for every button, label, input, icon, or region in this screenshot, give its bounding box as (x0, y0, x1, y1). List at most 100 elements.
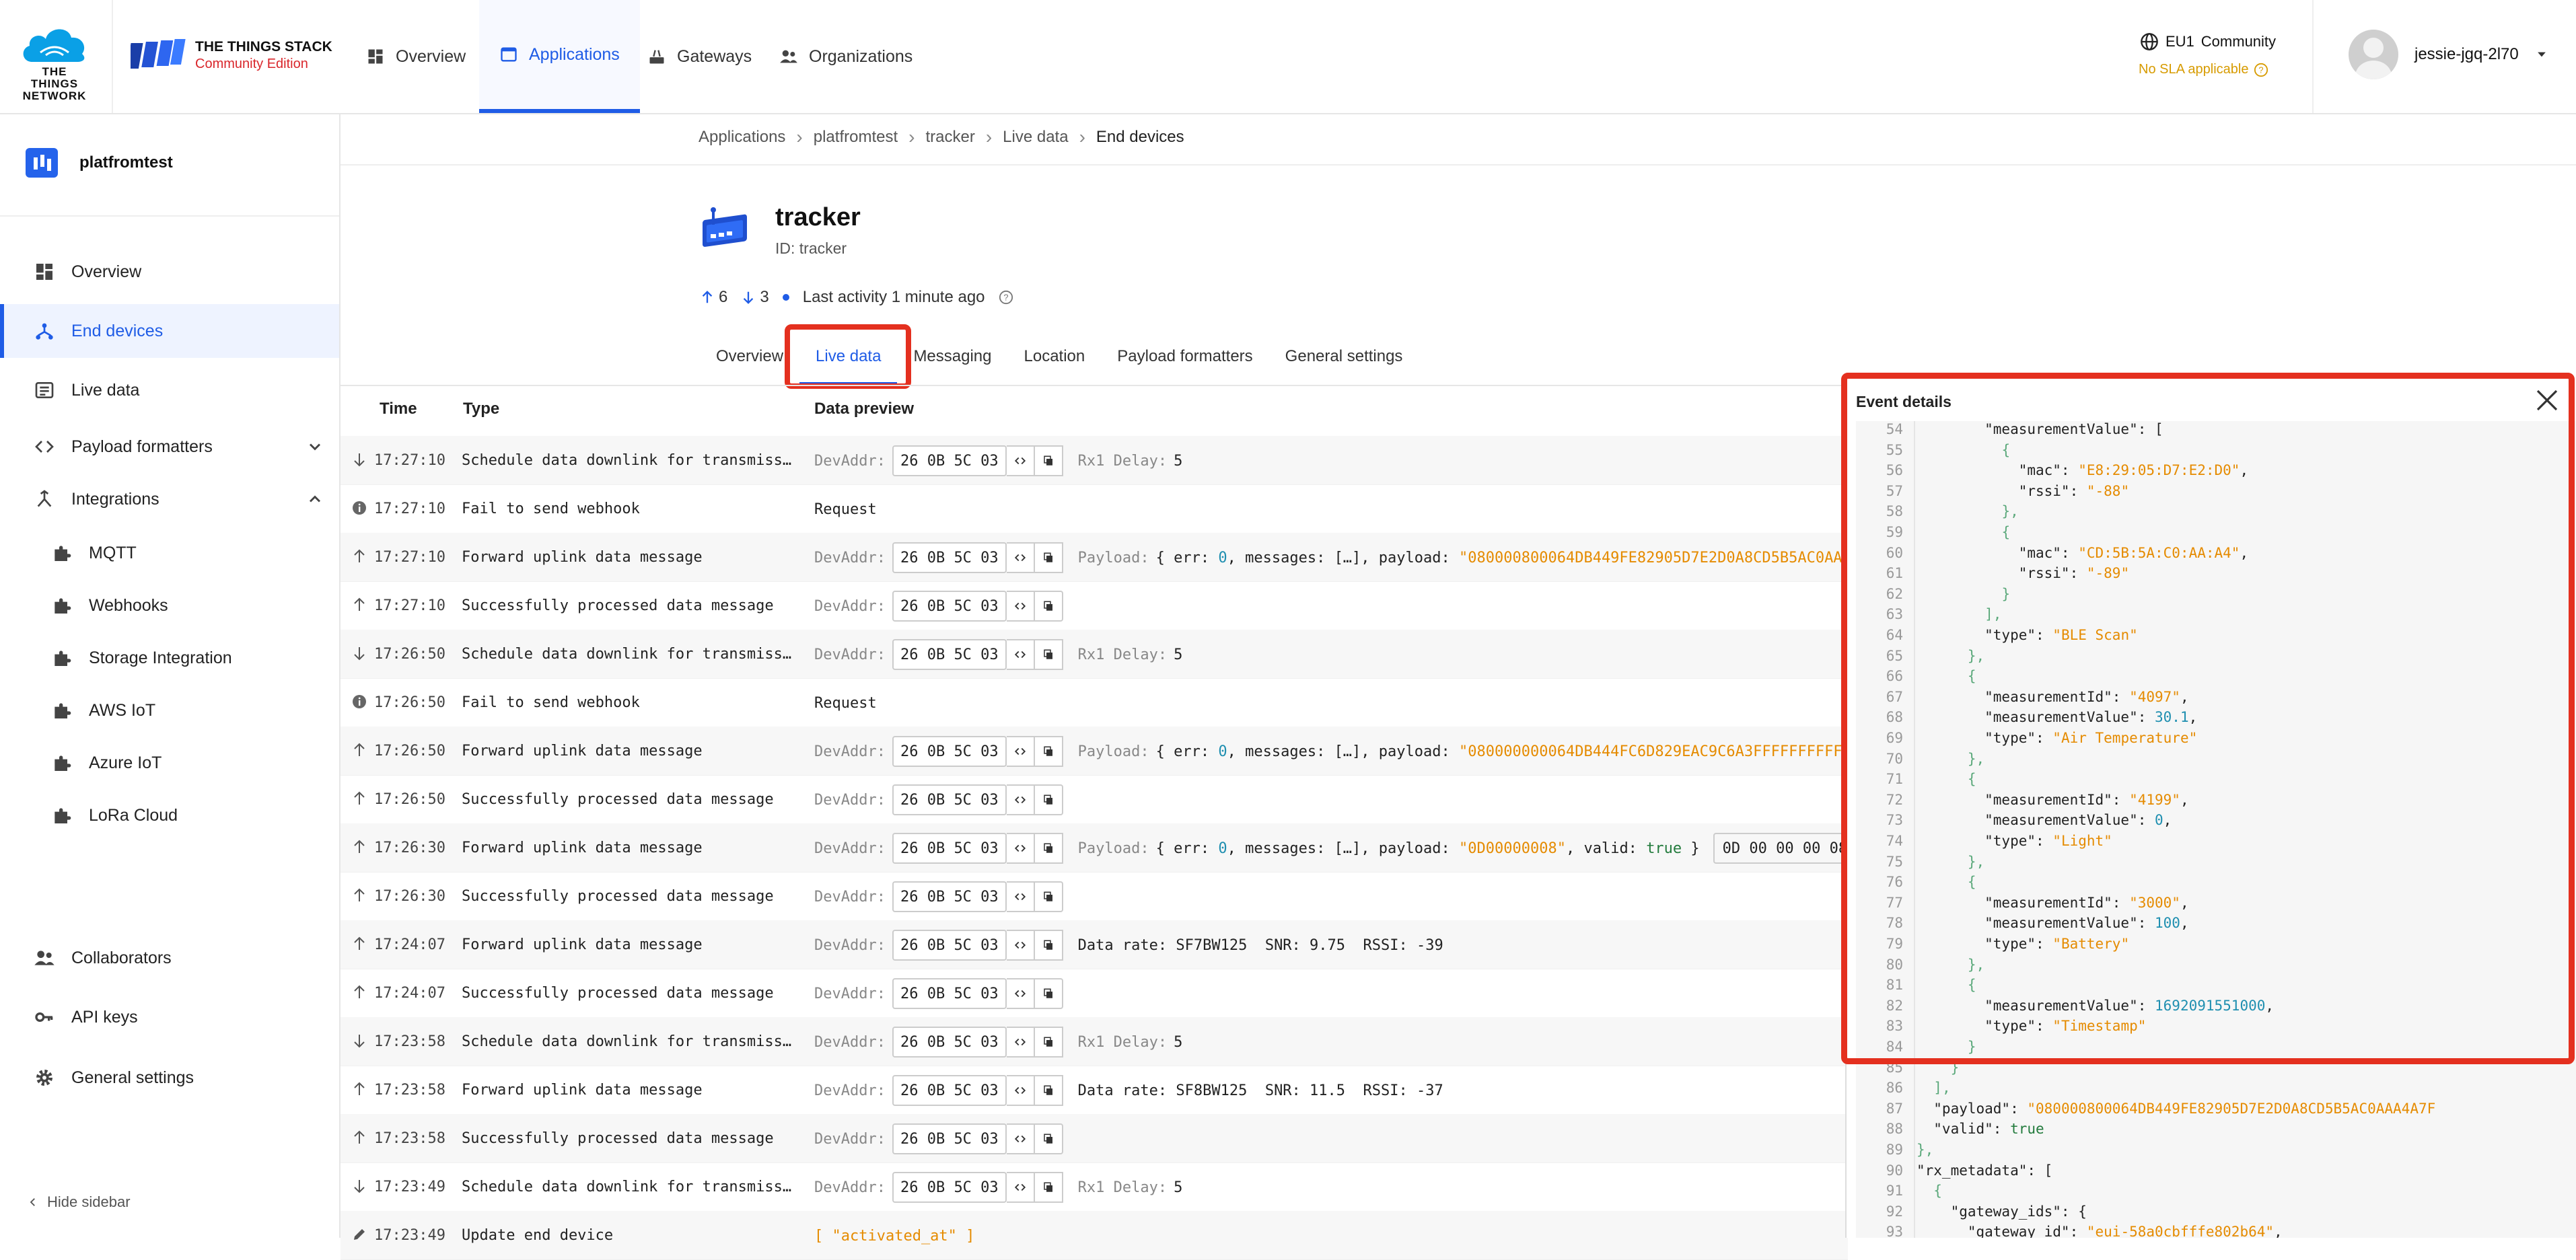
close-icon[interactable] (2533, 386, 2561, 414)
devices-icon (36, 323, 53, 340)
help-icon[interactable]: ? (999, 290, 1013, 305)
sidebar-item-live-data[interactable]: Live data (0, 363, 339, 417)
toggle-format-button[interactable] (1006, 445, 1035, 476)
code-icon (1014, 844, 1026, 852)
code-line: "rx_metadata": [ (1917, 1162, 2053, 1179)
copy-button[interactable] (1034, 542, 1063, 573)
toggle-format-button[interactable] (1006, 591, 1035, 622)
table-row[interactable]: 17:26:50 Forward uplink data message DevAd… (341, 727, 1860, 776)
hide-sidebar-button[interactable]: Hide sidebar (27, 1193, 131, 1211)
copy-button[interactable] (1034, 978, 1063, 1009)
table-row[interactable]: 17:24:07 Successfully processed data mess… (341, 969, 1848, 1018)
direction-indicator (351, 693, 367, 712)
toggle-format-button[interactable] (1006, 784, 1035, 815)
toggle-format-button[interactable] (1006, 736, 1035, 767)
toggle-format-button[interactable] (1006, 1075, 1035, 1106)
breadcrumb-application[interactable]: platfromtest (814, 128, 898, 147)
copy-button[interactable] (1034, 930, 1063, 961)
data-preview: DevAddr: 26 0B 5C 03 Rx1 Delay: 5 (814, 445, 1182, 476)
breadcrumb-applications[interactable]: Applications (699, 128, 785, 147)
copy-button[interactable] (1034, 591, 1063, 622)
tab-live-data[interactable]: Live data (799, 328, 898, 385)
toggle-format-button[interactable] (1006, 1123, 1035, 1154)
hide-sidebar-label: Hide sidebar (47, 1193, 131, 1210)
table-row[interactable]: 17:26:50 Fail to send webhook Request (341, 678, 1848, 727)
tab-overview[interactable]: Overview (700, 328, 799, 385)
direction-indicator (351, 499, 367, 518)
copy-button[interactable] (1034, 1027, 1063, 1058)
code-line: "type": "BLE Scan" (1917, 627, 2138, 643)
sidebar-app-header[interactable]: platfromtest (26, 148, 173, 178)
tab-payload-formatters[interactable]: Payload formatters (1101, 328, 1268, 385)
stack-logo[interactable]: THE THINGS STACK Community Edition (126, 38, 332, 78)
sidebar-item-integrations[interactable]: Integrations (0, 472, 339, 526)
event-type: Forward uplink data message (462, 549, 703, 566)
table-row[interactable]: 17:26:30 Forward uplink data message DevAd… (341, 823, 1857, 873)
copy-icon (1043, 746, 1052, 756)
sidebar-item-lora-cloud[interactable]: LoRa Cloud (0, 788, 339, 842)
breadcrumb-device[interactable]: tracker (925, 128, 974, 147)
sidebar-item-azure-iot[interactable]: Azure IoT (0, 736, 339, 790)
sidebar-item-mqtt[interactable]: MQTT (0, 526, 339, 580)
tab-messaging[interactable]: Messaging (897, 328, 1007, 385)
toggle-format-button[interactable] (1006, 833, 1035, 864)
table-row[interactable]: 17:23:58 Schedule data downlink for trans… (341, 1017, 1848, 1066)
toggle-format-button[interactable] (1006, 978, 1035, 1009)
user-menu[interactable]: jessie-jgq-2l70 (2349, 30, 2548, 79)
line-number: 65 (1886, 647, 1903, 664)
copy-button[interactable] (1034, 833, 1063, 864)
table-row[interactable]: 17:24:07 Forward uplink data message DevAd… (341, 920, 1848, 969)
toggle-format-button[interactable] (1006, 930, 1035, 961)
toggle-format-button[interactable] (1006, 542, 1035, 573)
line-number: 57 (1886, 482, 1903, 499)
nav-organizations[interactable]: Organizations (779, 0, 913, 113)
toggle-format-button[interactable] (1006, 881, 1035, 912)
sidebar-item-payload-formatters[interactable]: Payload formatters (0, 420, 339, 474)
nav-overview[interactable]: Overview (366, 0, 466, 113)
region-selector[interactable]: EU1 Community (2140, 32, 2276, 51)
table-row[interactable]: 17:27:10 Successfully processed data mess… (341, 581, 1848, 630)
table-row[interactable]: 17:26:50 Schedule data downlink for trans… (341, 630, 1848, 679)
copy-button[interactable] (1034, 1075, 1063, 1106)
copy-button[interactable] (1034, 881, 1063, 912)
tab-location[interactable]: Location (1008, 328, 1102, 385)
copy-button[interactable] (1034, 445, 1063, 476)
table-row[interactable]: 17:23:49 Schedule data downlink for trans… (341, 1162, 1848, 1212)
copy-button[interactable] (1034, 736, 1063, 767)
copy-button[interactable] (1034, 784, 1063, 815)
copy-button[interactable] (1034, 639, 1063, 670)
copy-button[interactable] (1034, 1123, 1063, 1154)
dashboard-icon (36, 264, 52, 280)
tab-general-settings[interactable]: General settings (1269, 328, 1419, 385)
table-row[interactable]: 17:23:58 Forward uplink data message DevAd… (341, 1066, 1848, 1115)
ttn-logo[interactable]: THE THINGS NETWORK (17, 23, 92, 102)
table-row[interactable]: 17:27:10 Schedule data downlink for trans… (341, 436, 1848, 485)
copy-button[interactable] (1034, 1172, 1063, 1203)
table-row[interactable]: 17:23:58 Successfully processed data mess… (341, 1114, 1848, 1163)
sla-notice[interactable]: No SLA applicable ? (2139, 62, 2268, 77)
sidebar-item-general-settings[interactable]: General settings (0, 1051, 339, 1105)
nav-gateways[interactable]: Gateways (647, 0, 752, 113)
nav-applications[interactable]: Applications (479, 0, 640, 113)
table-row[interactable]: 17:23:49 Update end device [ "activated_at… (341, 1211, 1848, 1260)
sidebar-item-collaborators[interactable]: Collaborators (0, 931, 339, 985)
sidebar-item-webhooks[interactable]: Webhooks (0, 579, 339, 632)
chevron-up-icon (309, 495, 321, 503)
toggle-format-button[interactable] (1006, 1027, 1035, 1058)
sidebar-item-end-devices[interactable]: End devices (0, 304, 339, 358)
sidebar-item-aws-iot[interactable]: AWS IoT (0, 683, 339, 737)
code-icon (1014, 1038, 1026, 1046)
table-row[interactable]: 17:26:30 Successfully processed data mess… (341, 872, 1848, 921)
table-row[interactable]: 17:27:10 Fail to send webhook Request (341, 484, 1848, 533)
json-viewer[interactable]: 54 "measurementValue": [55 {56 "mac": "E… (1856, 421, 2576, 1238)
sidebar-item-storage-integration[interactable]: Storage Integration (0, 631, 339, 685)
breadcrumb-live-data[interactable]: Live data (1003, 128, 1068, 147)
copy-icon (1043, 843, 1052, 853)
sidebar-item-api-keys[interactable]: API keys (0, 990, 339, 1044)
sidebar-item-overview[interactable]: Overview (0, 245, 339, 299)
table-row[interactable]: 17:27:10 Forward uplink data message DevAd… (341, 533, 1860, 582)
toggle-format-button[interactable] (1006, 1172, 1035, 1203)
table-row[interactable]: 17:26:50 Successfully processed data mess… (341, 775, 1848, 824)
toggle-format-button[interactable] (1006, 639, 1035, 670)
code-line: "rssi": "-88" (1917, 482, 2130, 499)
